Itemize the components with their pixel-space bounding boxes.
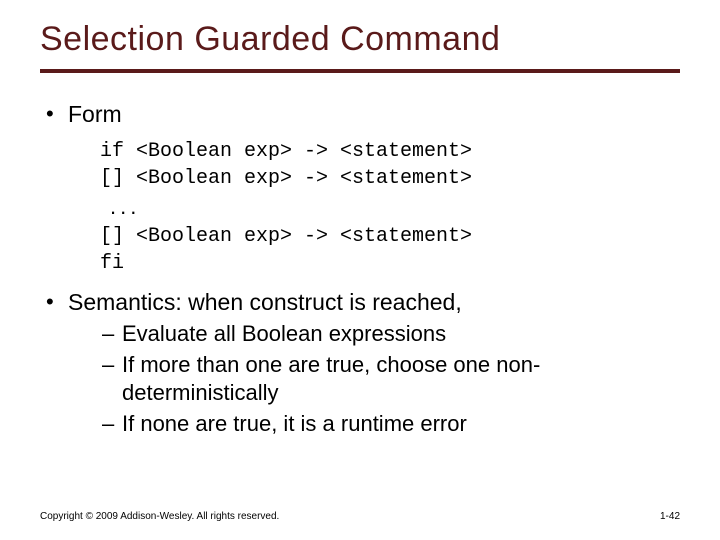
footer: Copyright © 2009 Addison-Wesley. All rig…	[40, 511, 680, 522]
bullet-form: Form if <Boolean exp> -> <statement> [] …	[40, 101, 680, 277]
code-line-4: fi	[100, 252, 124, 275]
code-line-3: [] <Boolean exp> -> <statement>	[100, 225, 472, 248]
code-line-1: if <Boolean exp> -> <statement>	[100, 140, 472, 163]
sub-list: Evaluate all Boolean expressions If more…	[102, 320, 680, 438]
bullet-semantics: Semantics: when construct is reached, Ev…	[40, 289, 680, 438]
slide-title: Selection Guarded Command	[40, 20, 680, 59]
sub-item-1: Evaluate all Boolean expressions	[102, 320, 680, 349]
bullet-semantics-label: Semantics: when construct is reached,	[68, 289, 462, 315]
sub-item-3: If none are true, it is a runtime error	[102, 410, 680, 439]
sub-item-2: If more than one are true, choose one no…	[102, 351, 680, 408]
bullet-form-label: Form	[68, 101, 122, 127]
page-number: 1-42	[660, 511, 680, 522]
content-list: Form if <Boolean exp> -> <statement> [] …	[40, 101, 680, 438]
copyright-text: Copyright © 2009 Addison-Wesley. All rig…	[40, 511, 279, 522]
code-block: if <Boolean exp> -> <statement> [] <Bool…	[100, 138, 680, 277]
slide: Selection Guarded Command Form if <Boole…	[0, 0, 720, 540]
code-ellipsis: ...	[110, 194, 140, 219]
code-line-2: [] <Boolean exp> -> <statement>	[100, 167, 472, 190]
title-rule	[40, 69, 680, 73]
